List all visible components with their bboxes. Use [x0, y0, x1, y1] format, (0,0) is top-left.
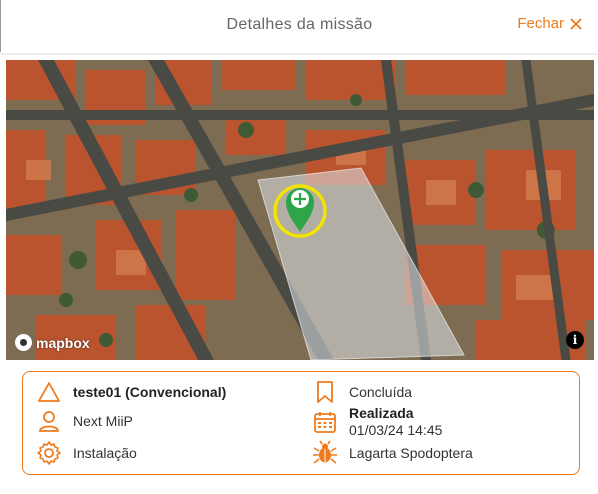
- warning-triangle-icon: [35, 378, 63, 406]
- date-status: Realizada: [349, 405, 414, 421]
- mission-details-card: teste01 (Convencional) Next MiiP Instala…: [22, 371, 580, 475]
- bug-icon: [311, 439, 339, 467]
- status-row: Concluída: [311, 378, 412, 406]
- status-label: Concluída: [349, 384, 413, 400]
- close-label: Fechar: [517, 15, 564, 32]
- satellite-map[interactable]: mapbox i: [6, 60, 594, 360]
- category-row: Instalação: [35, 439, 137, 467]
- date-row: Realizada 01/03/24 14:45: [311, 405, 442, 439]
- mission-name-row: teste01 (Convencional): [35, 378, 226, 406]
- info-button[interactable]: i: [566, 331, 584, 349]
- mapbox-attribution: mapbox: [36, 334, 90, 351]
- category-label: Instalação: [73, 445, 137, 461]
- date-info: Realizada 01/03/24 14:45: [349, 405, 442, 439]
- client-name: Next MiiP: [73, 413, 133, 429]
- calendar-icon: [311, 408, 339, 436]
- pest-label: Lagarta Spodoptera: [349, 445, 473, 461]
- date-value: 01/03/24 14:45: [349, 422, 443, 438]
- satellite-imagery: [6, 60, 594, 360]
- pest-row: Lagarta Spodoptera: [311, 439, 473, 467]
- mission-name: teste01 (Convencional): [73, 384, 227, 400]
- mapbox-logo: mapbox: [15, 334, 90, 351]
- user-icon: [35, 407, 63, 435]
- client-row: Next MiiP: [35, 407, 133, 435]
- bookmark-icon: [311, 378, 339, 406]
- modal-header: Detalhes da missão Fechar: [0, 0, 598, 52]
- close-icon: [570, 17, 582, 30]
- page-title: Detalhes da missão: [226, 16, 373, 33]
- header-divider: [0, 53, 598, 55]
- gear-icon: [35, 439, 63, 467]
- mapbox-icon: [15, 334, 32, 351]
- close-button[interactable]: Fechar: [517, 15, 582, 32]
